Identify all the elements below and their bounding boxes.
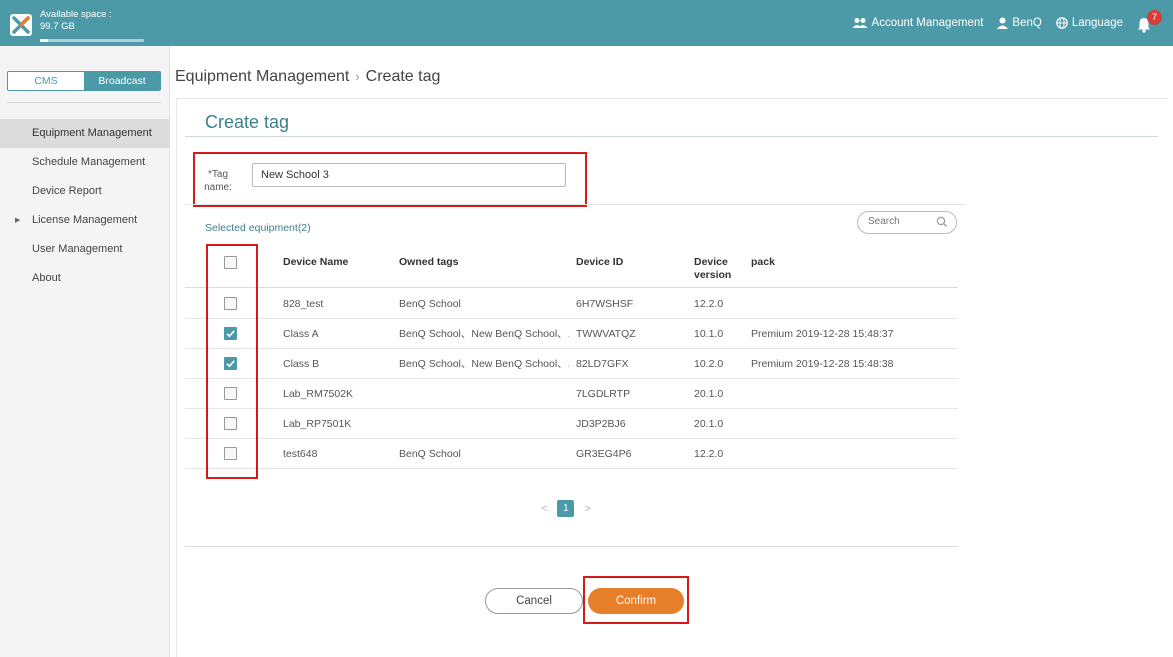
sidebar-nav: Equipment Management Schedule Management…	[0, 119, 170, 293]
device-name-cell: test648	[283, 448, 318, 460]
prev-page-button[interactable]: <	[541, 503, 547, 515]
column-header-pack: pack	[751, 256, 775, 268]
owned-tags-cell: BenQ School、New BenQ School、...	[399, 358, 569, 370]
notifications-button[interactable]: 7	[1137, 10, 1162, 34]
sidebar-item-user-management[interactable]: User Management	[0, 235, 170, 264]
search-icon[interactable]	[936, 216, 948, 228]
notification-badge: 7	[1147, 10, 1162, 25]
form-divider	[185, 204, 965, 205]
pack-cell: Premium 2019-12-28 15:48:37	[751, 328, 894, 340]
device-name-cell: 828_test	[283, 298, 324, 310]
tab-cms[interactable]: CMS	[8, 72, 84, 90]
account-management-link[interactable]: Account Management	[852, 17, 984, 29]
breadcrumb-parent[interactable]: Equipment Management	[175, 68, 349, 85]
table-row[interactable]: test648 BenQ School GR3EG4P6 12.2.0	[185, 439, 958, 469]
sidebar-item-equipment-management[interactable]: Equipment Management	[0, 119, 170, 148]
available-space-label: Available space : 99.7 GB	[40, 9, 112, 32]
search-input[interactable]	[868, 216, 938, 227]
device-version-cell: 20.1.0	[694, 418, 724, 430]
title-divider	[185, 136, 1158, 137]
page-1-button[interactable]: 1	[557, 500, 575, 517]
tag-name-input[interactable]	[252, 163, 566, 187]
top-bar: Available space : 99.7 GB Account Manage…	[0, 0, 1173, 46]
pagination: < 1 >	[541, 500, 591, 517]
next-page-button[interactable]: >	[584, 503, 590, 515]
sidebar-item-label: License Management	[32, 214, 138, 226]
device-id-cell: JD3P2BJ6	[576, 418, 626, 430]
device-name-cell: Lab_RM7502K	[283, 388, 354, 400]
device-id-cell: GR3EG4P6	[576, 448, 632, 460]
app-logo-icon[interactable]	[10, 14, 32, 36]
user-menu[interactable]: BenQ	[997, 17, 1042, 29]
sidebar-item-device-report[interactable]: Device Report	[0, 177, 170, 206]
device-version-cell: 12.2.0	[694, 448, 724, 460]
storage-usage-bar	[40, 39, 144, 42]
table-row[interactable]: Class B BenQ School、New BenQ School、... 82…	[185, 349, 958, 379]
user-icon	[997, 17, 1009, 29]
breadcrumb: Equipment Management › Create tag	[175, 68, 440, 86]
column-header-device-id: Device ID	[576, 256, 624, 268]
pack-cell: Premium 2019-12-28 15:48:38	[751, 358, 894, 370]
header-divider	[185, 287, 958, 288]
device-id-cell: 6H7WSHSF	[576, 298, 634, 310]
device-id-cell: 82LD7GFX	[576, 358, 629, 370]
sidebar-item-about[interactable]: About	[0, 264, 170, 293]
language-menu[interactable]: Language	[1056, 17, 1123, 29]
search-box[interactable]	[857, 211, 957, 234]
users-icon	[852, 18, 868, 28]
selected-equipment-count: Selected equipment(2)	[205, 222, 311, 234]
device-version-cell: 12.2.0	[694, 298, 724, 310]
column-header-device-name: Device Name	[283, 256, 349, 268]
device-name-cell: Class B	[283, 358, 320, 370]
page-title: Create tag	[205, 112, 290, 132]
checkbox-column-highlight	[206, 244, 258, 479]
breadcrumb-separator: ›	[355, 69, 360, 84]
table-row[interactable]: Lab_RM7502K 7LGDLRTP 20.1.0	[185, 379, 958, 409]
table-row[interactable]: Class A BenQ School、New BenQ School、... TW…	[185, 319, 958, 349]
device-version-cell: 10.2.0	[694, 358, 724, 370]
table-row[interactable]: Lab_RP7501K JD3P2BJ6 20.1.0	[185, 409, 958, 439]
footer-divider	[185, 546, 958, 547]
device-id-cell: 7LGDLRTP	[576, 388, 631, 400]
caret-right-icon: ▶	[15, 217, 21, 224]
owned-tags-cell: BenQ School、New BenQ School、...	[399, 328, 569, 340]
device-version-cell: 20.1.0	[694, 388, 724, 400]
tab-broadcast[interactable]: Broadcast	[84, 72, 160, 90]
cancel-button[interactable]: Cancel	[485, 588, 583, 614]
account-management-label: Account Management	[871, 17, 984, 29]
device-version-cell: 10.1.0	[694, 328, 724, 340]
sidebar-divider	[7, 102, 161, 103]
tag-name-label: *Tag name:	[204, 169, 232, 193]
breadcrumb-current: Create tag	[365, 68, 441, 85]
owned-tags-cell: BenQ School	[399, 448, 461, 460]
device-name-cell: Lab_RP7501K	[283, 418, 352, 430]
sidebar-item-schedule-management[interactable]: Schedule Management	[0, 148, 170, 177]
sidebar-item-license-management[interactable]: ▶ License Management	[0, 206, 170, 235]
language-label: Language	[1071, 17, 1123, 29]
device-name-cell: Class A	[283, 328, 319, 340]
table-row[interactable]: 828_test BenQ School 6H7WSHSF 12.2.0	[185, 289, 958, 319]
device-id-cell: TWWVATQZ	[576, 328, 636, 340]
user-name: BenQ	[1012, 17, 1042, 29]
confirm-button[interactable]: Confirm	[588, 588, 684, 614]
mode-switch: CMS Broadcast	[7, 71, 161, 91]
column-header-owned-tags: Owned tags	[399, 256, 459, 268]
column-header-device-version: Device version	[694, 256, 732, 281]
sidebar: CMS Broadcast Equipment Management Sched…	[0, 46, 170, 657]
owned-tags-cell: BenQ School	[399, 298, 461, 310]
globe-icon	[1056, 17, 1068, 29]
